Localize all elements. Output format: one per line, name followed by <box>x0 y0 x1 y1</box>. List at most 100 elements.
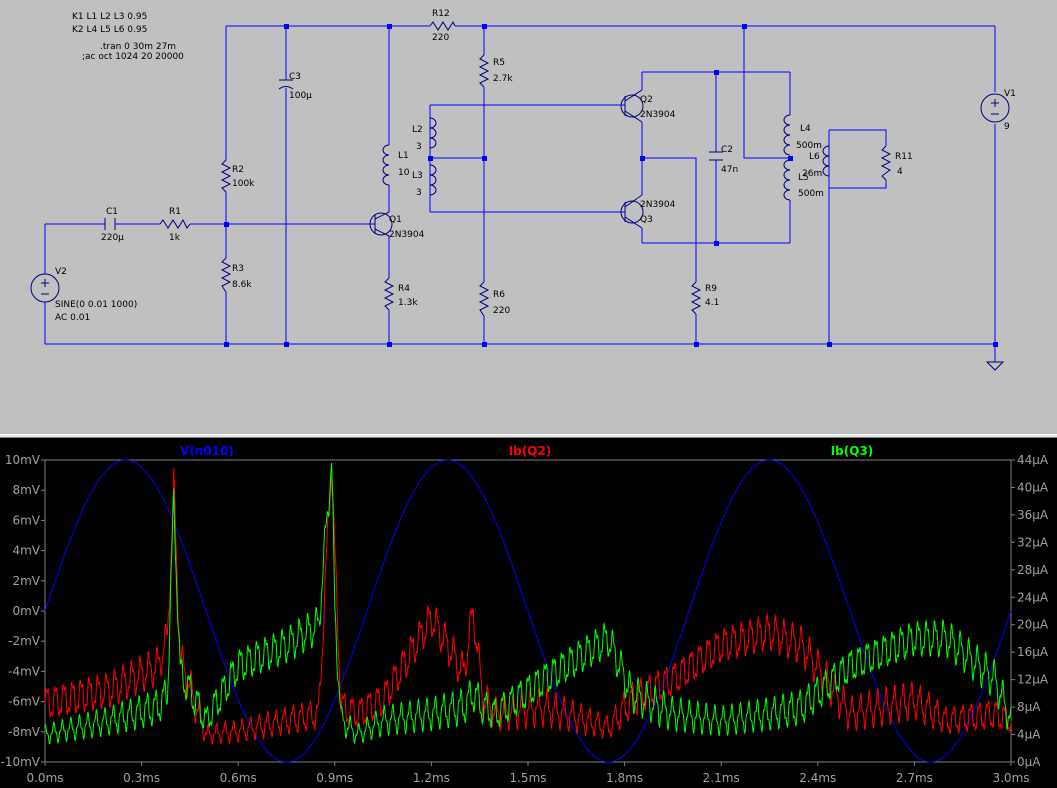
value2-v2: AC 0.01 <box>55 313 90 323</box>
y-right-tick-label: 4µA <box>1017 728 1041 742</box>
y-left-tick-label: -4mV <box>8 664 41 678</box>
y-left-tick-label: 0mV <box>12 604 40 618</box>
label-l2: L2 <box>412 125 423 135</box>
x-axis: 0.0ms 0.3ms 0.6ms 0.9ms 1.2ms 1.5ms 1.8ms 2.1ms… <box>26 762 1030 785</box>
value-r11: 4 <box>897 167 903 177</box>
label-q2: Q2 <box>640 95 653 105</box>
x-tick-label: 1.2ms <box>413 771 450 785</box>
ltspice-window: K1 L1 L2 L3 0.95 K2 L4 L5 L6 0.95 .tran … <box>0 0 1057 788</box>
x-tick-label: 3.0ms <box>992 771 1029 785</box>
x-tick-label: 0.6ms <box>220 771 257 785</box>
y-axis-left: 10mV 8mV 6mV 4mV 2mV 0mV -2mV -4mV -6mV -8mV -10mV <box>1 453 45 769</box>
label-q3: Q3 <box>640 215 653 225</box>
x-tick-label: 2.7ms <box>896 771 933 785</box>
y-left-tick-label: -8mV <box>8 725 41 739</box>
y-left-tick-label: 10mV <box>5 453 41 467</box>
label-l3: L3 <box>412 171 423 181</box>
label-r2: R2 <box>232 165 244 175</box>
y-left-tick-label: 8mV <box>12 483 40 497</box>
label-v1: V1 <box>1004 89 1016 99</box>
label-r3: R3 <box>232 264 244 274</box>
directive-k2: K2 L4 L5 L6 0.95 <box>72 25 147 35</box>
capacitor-c1 <box>104 218 116 230</box>
value-r2: 100k <box>232 179 255 189</box>
value-q3: 2N3904 <box>640 200 676 210</box>
value-l5: 500m <box>798 189 824 199</box>
x-tick-label: 2.1ms <box>703 771 740 785</box>
resistor-r5 <box>478 54 490 88</box>
resistor-r9 <box>690 281 702 315</box>
value-r12: 220 <box>432 33 449 43</box>
value-q2: 2N3904 <box>640 110 676 120</box>
x-tick-label: 0.3ms <box>123 771 160 785</box>
label-r1: R1 <box>169 207 181 217</box>
value-l1: 10 <box>398 168 410 178</box>
directive-tran: .tran 0 30m 27m <box>100 42 176 52</box>
x-tick-label: 2.4ms <box>799 771 836 785</box>
label-r4: R4 <box>398 284 410 294</box>
y-right-tick-label: 12µA <box>1017 673 1049 687</box>
y-left-tick-label: -2mV <box>8 634 41 648</box>
value-l2: 3 <box>416 142 422 152</box>
wire <box>829 129 887 146</box>
legend-series-1[interactable]: Ib(Q2) <box>509 444 552 458</box>
value-l4: 500m <box>796 141 822 151</box>
x-tick-label: 1.5ms <box>509 771 546 785</box>
label-r12: R12 <box>432 9 450 19</box>
series-ib-q3-line <box>44 462 1012 745</box>
y-right-tick-label: 44µA <box>1017 453 1049 467</box>
y-left-tick-label: 6mV <box>12 513 40 527</box>
label-r9: R9 <box>705 284 717 294</box>
y-axis-right: 44µA 40µA 36µA 32µA 28µA 24µA 20µA 16µA 12µA 8µA 4… <box>1011 453 1049 769</box>
inductor-l5 <box>783 159 791 201</box>
schematic-canvas[interactable]: K1 L1 L2 L3 0.95 K2 L4 L5 L6 0.95 .tran … <box>0 0 1057 434</box>
value-c3: 100µ <box>289 91 312 101</box>
value-r4: 1.3k <box>398 298 418 308</box>
y-right-tick-label: 32µA <box>1017 535 1049 549</box>
label-q1: Q1 <box>389 215 402 225</box>
label-c1: C1 <box>106 207 118 217</box>
label-c3: C3 <box>289 72 301 82</box>
voltage-source-v2 <box>30 273 60 303</box>
y-left-tick-label: -10mV <box>1 755 41 769</box>
legend-series-2[interactable]: Ib(Q3) <box>831 444 874 458</box>
value-l6: 26m <box>802 169 822 179</box>
value-r6: 220 <box>493 306 510 316</box>
label-r5: R5 <box>493 58 505 68</box>
label-r11: R11 <box>895 152 913 162</box>
inductor-l1 <box>382 144 390 186</box>
resistor-r12 <box>429 20 456 31</box>
value-l3: 3 <box>416 188 422 198</box>
label-v2: V2 <box>55 267 67 277</box>
value-r9: 4.1 <box>705 298 719 308</box>
directive-ac: ;ac oct 1024 20 20000 <box>82 52 184 62</box>
value-q1: 2N3904 <box>389 230 425 240</box>
inductor-l4 <box>783 114 791 156</box>
y-right-tick-label: 8µA <box>1017 700 1041 714</box>
value-r5: 2.7k <box>493 74 513 84</box>
wire <box>743 26 790 159</box>
value-v1: 9 <box>1004 122 1010 132</box>
directive-k1: K1 L1 L2 L3 0.95 <box>72 12 147 22</box>
series-ib-q2-line <box>44 467 1012 745</box>
y-right-tick-label: 24µA <box>1017 590 1049 604</box>
y-right-tick-label: 40µA <box>1017 480 1049 494</box>
y-left-tick-label: 2mV <box>12 574 40 588</box>
y-left-tick-label: -6mV <box>8 695 41 709</box>
inductor-l2 <box>429 117 437 149</box>
y-right-tick-label: 20µA <box>1017 618 1049 632</box>
x-tick-label: 0.0ms <box>26 771 63 785</box>
inductor-l6 <box>822 145 830 177</box>
x-tick-label: 0.9ms <box>316 771 353 785</box>
label-l1: L1 <box>398 151 409 161</box>
resistor-r2 <box>220 159 232 193</box>
x-tick-label: 1.8ms <box>606 771 643 785</box>
waveform-plot[interactable]: 0.0ms 0.3ms 0.6ms 0.9ms 1.2ms 1.5ms 1.8ms 2.1ms… <box>0 438 1057 788</box>
y-right-tick-label: 0µA <box>1017 755 1041 769</box>
resistor-r3 <box>220 257 232 293</box>
legend-series-0[interactable]: V(n010) <box>180 444 234 458</box>
ground-symbol <box>985 361 1005 371</box>
resistor-r1 <box>159 218 191 229</box>
wire <box>829 180 887 189</box>
value-r3: 8.6k <box>232 280 252 290</box>
